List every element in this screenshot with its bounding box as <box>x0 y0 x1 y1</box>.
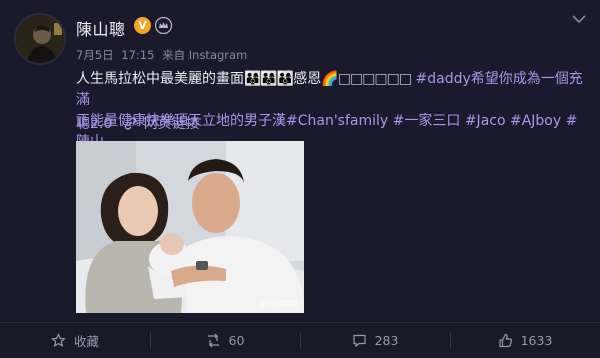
chevron-down-icon[interactable] <box>571 13 587 25</box>
hashtag-chansfamily[interactable]: #Chan'sfamily <box>286 113 388 129</box>
post-meta: 7月5日 17:15 来自 Instagram <box>76 47 251 63</box>
weibo-post: 陳山聰 V 7月5日 17:15 来自 Instagram 人生馬拉松中最美麗的… <box>0 0 600 358</box>
post-source: 来自 Instagram <box>162 48 248 62</box>
like-button[interactable]: 1633 <box>450 323 600 358</box>
web-link[interactable]: 网页链接 <box>144 116 200 132</box>
comment-count: 283 <box>374 333 399 348</box>
text-segment: 人生馬拉松中最美麗的畫面 <box>76 71 244 87</box>
post-time[interactable]: 17:15 <box>121 48 154 62</box>
comment-icon <box>352 334 366 348</box>
post-photo[interactable]: @新浪娛樂 <box>76 141 304 313</box>
emoji-family-icon: 👨‍👩‍👦👨‍👩‍👦👨‍👩‍👦 <box>244 71 294 87</box>
username[interactable]: 陳山聰 <box>76 16 126 40</box>
verified-badge-icon: V <box>134 17 151 34</box>
hashtag-ajboy[interactable]: #AJboy <box>510 113 561 129</box>
link-icon[interactable] <box>123 116 138 131</box>
avatar[interactable] <box>14 13 66 65</box>
repost-count: 60 <box>228 333 245 348</box>
favorite-button[interactable]: 收藏 <box>0 323 150 358</box>
star-icon <box>51 333 66 348</box>
like-icon <box>498 333 512 348</box>
hashtag-name-cont[interactable]: 聰2.0 <box>76 116 112 132</box>
like-count: 1633 <box>520 333 553 348</box>
comment-button[interactable]: 283 <box>300 323 450 358</box>
emoji-boxes: 🌈□□□□□□ <box>321 71 412 87</box>
link-row: 聰2.0 网页链接 <box>76 114 200 135</box>
hashtag-family[interactable]: #一家三口 <box>393 113 461 129</box>
repost-icon <box>207 333 219 348</box>
repost-button[interactable]: 60 <box>150 323 300 358</box>
text-segment: 感恩 <box>293 71 322 87</box>
action-bar: 收藏 60 283 1633 <box>0 323 600 358</box>
photo-watermark: @新浪娛樂 <box>258 299 298 308</box>
crown-icon <box>155 17 172 34</box>
hashtag-jaco[interactable]: #Jaco <box>465 113 506 129</box>
favorite-label: 收藏 <box>73 334 99 349</box>
post-date[interactable]: 7月5日 <box>76 48 114 62</box>
